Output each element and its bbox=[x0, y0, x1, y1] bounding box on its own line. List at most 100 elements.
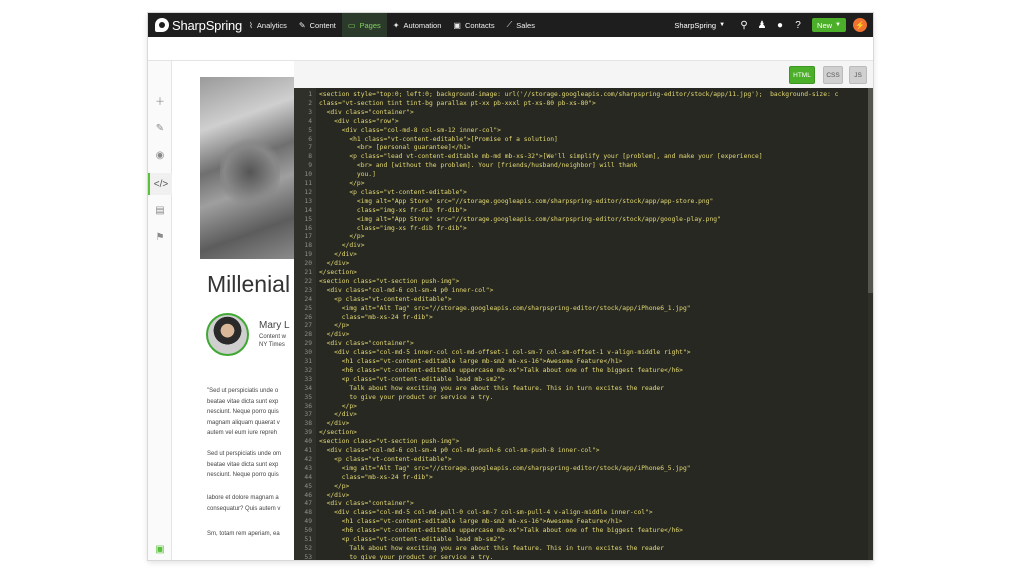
preview-title: Millenial bbox=[207, 271, 291, 297]
app-window: SharpSpring ⌇ Analytics ✎ Content ▭ Pages ✦ Aut… bbox=[148, 13, 873, 560]
code-text: <div class="container"> bbox=[319, 500, 414, 508]
code-line: 23 <div class="col-md-6 col-sm-4 p0 inne… bbox=[294, 286, 873, 295]
line-number: 25 bbox=[304, 304, 312, 312]
nav-label: Pages bbox=[359, 20, 381, 30]
code-text: <h1 class="vt-content-editable large mb-… bbox=[319, 518, 623, 526]
code-line: 21 </section> bbox=[294, 268, 873, 277]
lightning-icon[interactable]: ⚡ bbox=[853, 18, 867, 32]
code-line: 28 </div> bbox=[294, 330, 873, 339]
html-tab[interactable]: HTML bbox=[789, 66, 815, 84]
code-text: <div class="col-md-8 col-sm-12 inner-col… bbox=[319, 126, 501, 134]
user-icon[interactable]: ● bbox=[771, 20, 789, 31]
line-number: 21 bbox=[304, 269, 312, 276]
line-number: 49 bbox=[304, 518, 312, 526]
line-number: 28 bbox=[304, 331, 312, 339]
line-number: 17 bbox=[304, 233, 312, 241]
code-line: 17 </p> bbox=[294, 232, 873, 241]
line-number: 22 bbox=[304, 277, 312, 285]
code-text: class="mb-xs-24 fr-dib"> bbox=[319, 473, 433, 481]
nav-pages[interactable]: ▭ Pages bbox=[341, 13, 387, 37]
editor-tool-rail: ＋ ✎ ◉ </> ▤ ⚑ ▣ bbox=[148, 61, 172, 560]
flag-icon[interactable]: ⚑ bbox=[148, 226, 172, 248]
code-line: 29 <div class="container"> bbox=[294, 339, 873, 348]
hero-image bbox=[200, 77, 294, 259]
nav-contacts[interactable]: ▣ Contacts bbox=[447, 13, 500, 37]
add-icon[interactable]: ＋ bbox=[148, 89, 172, 111]
preview-eye-icon[interactable]: ◉ bbox=[148, 144, 172, 166]
nav-label: Automation bbox=[403, 20, 442, 30]
top-navigation: SharpSpring ⌇ Analytics ✎ Content ▭ Pages ✦ Aut… bbox=[148, 13, 873, 37]
line-number: 50 bbox=[304, 527, 312, 535]
chevron-down-icon: ▼ bbox=[835, 22, 841, 28]
code-line: 25 <img alt="Alt Tag" src="//storage.goo… bbox=[294, 304, 873, 313]
code-line: 34 Talk about how exciting you are about… bbox=[294, 384, 873, 393]
code-line: 37 </div> bbox=[294, 410, 873, 419]
code-text: <img alt="Alt Tag" src="//storage.google… bbox=[319, 464, 691, 472]
code-line: 13 <img alt="App Store" src="//storage.g… bbox=[294, 197, 873, 206]
author-name: Mary L bbox=[259, 320, 290, 331]
code-line: 14 class="img-xs fr-dib fr-dib"> bbox=[294, 206, 873, 215]
document-icon[interactable]: ▤ bbox=[148, 199, 172, 221]
css-tab[interactable]: CSS bbox=[823, 66, 843, 84]
line-number: 15 bbox=[304, 215, 312, 223]
code-line: 53 to give your product or service a try… bbox=[294, 553, 873, 560]
line-number: 37 bbox=[304, 411, 312, 419]
line-number: 39 bbox=[304, 429, 312, 437]
save-icon[interactable]: ▣ bbox=[148, 538, 172, 560]
code-text: </section> bbox=[319, 269, 357, 276]
code-text: <section class="vt-section push-img"> bbox=[319, 438, 460, 446]
team-icon[interactable]: ♟ bbox=[753, 20, 771, 31]
code-text: </div> bbox=[319, 420, 350, 428]
code-line: 51 <p class="vt-content-editable lead mb… bbox=[294, 535, 873, 544]
code-text: <h6 class="vt-content-editable uppercase… bbox=[319, 527, 683, 535]
nav-label: Sales bbox=[516, 20, 535, 30]
pencil-icon: ✎ bbox=[298, 20, 306, 30]
code-line: 48 <div class="col-md-5 col-md-pull-0 co… bbox=[294, 508, 873, 517]
line-number: 31 bbox=[304, 358, 312, 365]
code-icon[interactable]: </> bbox=[148, 173, 172, 195]
preview-text-line: Sm, totam rem aperiam, ea bbox=[207, 531, 280, 537]
chevron-down-icon: ▼ bbox=[719, 22, 726, 28]
js-tab[interactable]: JS bbox=[849, 66, 867, 84]
line-number: 16 bbox=[304, 224, 312, 232]
nav-label: Analytics bbox=[256, 20, 287, 30]
nav-sales[interactable]: ⟋ Sales bbox=[501, 13, 541, 37]
line-number: 8 bbox=[308, 153, 312, 161]
new-button[interactable]: New ▼ bbox=[812, 18, 846, 32]
help-icon[interactable]: ? bbox=[789, 20, 807, 31]
line-number: 53 bbox=[304, 553, 312, 560]
wand-icon: ✦ bbox=[392, 20, 400, 30]
preview-text-line: beatae vitae dicta sunt exp bbox=[207, 462, 279, 468]
search-icon[interactable]: ⚲ bbox=[735, 20, 753, 31]
nav-automation[interactable]: ✦ Automation bbox=[387, 13, 448, 37]
brand-logo[interactable]: SharpSpring bbox=[148, 18, 243, 33]
code-line: 7 <br> [personal guarantee]</h1> bbox=[294, 143, 873, 152]
contact-card-icon: ▣ bbox=[453, 20, 461, 30]
nav-content[interactable]: ✎ Content bbox=[293, 13, 342, 37]
code-text: <div class="container"> bbox=[319, 340, 414, 348]
code-line: 32 <h6 class="vt-content-editable upperc… bbox=[294, 366, 873, 375]
preview-text-line: magnam aliquam quaerat v bbox=[207, 420, 280, 426]
code-text: <div class="col-md-6 col-sm-4 p0 col-md-… bbox=[319, 447, 600, 454]
line-number: 7 bbox=[308, 144, 312, 152]
code-text: <h1 class="vt-content-editable">[Promise… bbox=[319, 135, 558, 143]
code-text: <h1 class="vt-content-editable large mb-… bbox=[319, 358, 623, 365]
preview-text-line: Sed ut perspiciatis unde om bbox=[207, 451, 282, 457]
nav-analytics[interactable]: ⌇ Analytics bbox=[243, 13, 293, 37]
code-line: 1 <section style="top:0; left:0; backgrou… bbox=[294, 90, 873, 99]
code-line: 30 <div class="col-md-5 inner-col col-md… bbox=[294, 348, 873, 357]
account-menu[interactable]: SharpSpring ▼ bbox=[674, 21, 725, 30]
code-text: class="mb-xs-24 fr-dib"> bbox=[319, 313, 433, 321]
code-line: 26 class="mb-xs-24 fr-dib"> bbox=[294, 313, 873, 322]
code-line: 35 to give your product or service a try… bbox=[294, 393, 873, 402]
pencil-icon[interactable]: ✎ bbox=[148, 117, 172, 139]
line-number: 24 bbox=[304, 295, 312, 303]
code-text: <p class="vt-content-editable"> bbox=[319, 295, 452, 303]
line-number: 29 bbox=[304, 340, 312, 348]
html-code-area[interactable]: 1 <section style="top:0; left:0; backgrou… bbox=[294, 88, 873, 560]
code-text: to give your product or service a try. bbox=[319, 393, 494, 401]
line-number: 52 bbox=[304, 544, 312, 552]
code-text: <div class="col-md-6 col-sm-4 p0 inner-c… bbox=[319, 286, 494, 294]
code-text: <div class="col-md-5 col-md-pull-0 col-s… bbox=[319, 509, 653, 517]
code-text: </p> bbox=[319, 233, 365, 241]
